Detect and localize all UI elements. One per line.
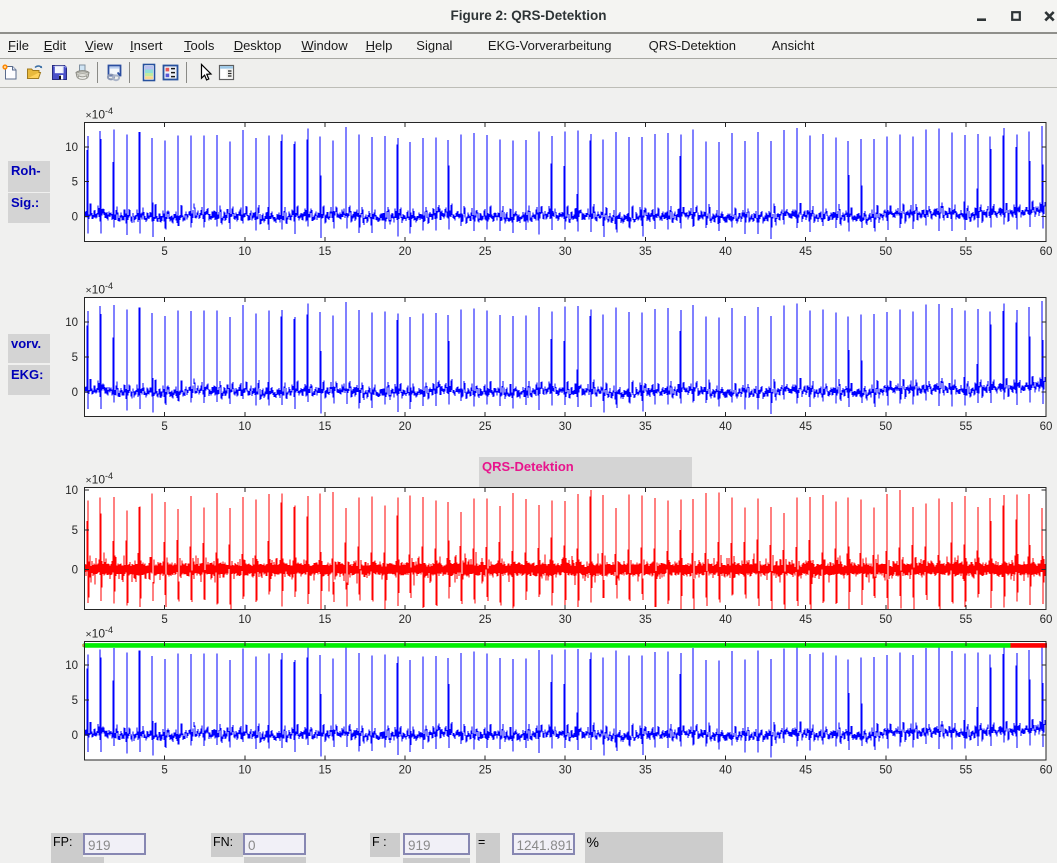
svg-text:5: 5 (72, 352, 78, 364)
svg-text:60: 60 (1040, 614, 1053, 626)
svg-text:15: 15 (319, 614, 332, 626)
svg-text:5: 5 (161, 421, 167, 433)
svg-text:25: 25 (479, 765, 492, 777)
svg-text:×10-4: ×10-4 (86, 106, 114, 122)
svg-text:15: 15 (319, 246, 332, 258)
svg-text:10: 10 (238, 421, 251, 433)
svg-text:20: 20 (399, 421, 412, 433)
svg-text:10: 10 (65, 142, 78, 154)
svg-text:30: 30 (559, 421, 572, 433)
svg-text:35: 35 (639, 614, 652, 626)
svg-text:60: 60 (1040, 765, 1053, 777)
svg-text:×10-4: ×10-4 (86, 281, 114, 297)
svg-text:50: 50 (879, 246, 892, 258)
svg-text:25: 25 (479, 246, 492, 258)
svg-text:10: 10 (65, 317, 78, 329)
svg-text:45: 45 (799, 614, 812, 626)
svg-text:55: 55 (960, 246, 973, 258)
svg-text:60: 60 (1040, 421, 1053, 433)
svg-text:0: 0 (72, 387, 78, 399)
svg-text:40: 40 (719, 614, 732, 626)
svg-text:30: 30 (559, 614, 572, 626)
svg-text:5: 5 (161, 246, 167, 258)
svg-text:40: 40 (719, 246, 732, 258)
svg-text:5: 5 (72, 177, 78, 189)
svg-text:10: 10 (65, 485, 78, 497)
svg-text:25: 25 (479, 614, 492, 626)
svg-text:20: 20 (399, 765, 412, 777)
svg-text:×10-4: ×10-4 (86, 471, 114, 487)
svg-text:10: 10 (238, 246, 251, 258)
svg-text:35: 35 (639, 246, 652, 258)
svg-text:60: 60 (1040, 246, 1053, 258)
svg-text:5: 5 (161, 614, 167, 626)
svg-text:50: 50 (879, 765, 892, 777)
svg-text:0: 0 (72, 212, 78, 224)
svg-text:40: 40 (719, 765, 732, 777)
svg-text:0: 0 (72, 564, 78, 576)
svg-text:30: 30 (559, 765, 572, 777)
svg-text:15: 15 (319, 765, 332, 777)
svg-text:45: 45 (799, 246, 812, 258)
svg-text:10: 10 (238, 614, 251, 626)
svg-text:5: 5 (161, 765, 167, 777)
svg-text:10: 10 (65, 660, 78, 672)
svg-text:50: 50 (879, 614, 892, 626)
svg-text:55: 55 (960, 765, 973, 777)
svg-text:25: 25 (479, 421, 492, 433)
svg-text:×10-4: ×10-4 (86, 625, 114, 641)
svg-text:40: 40 (719, 421, 732, 433)
svg-text:55: 55 (960, 614, 973, 626)
svg-text:0: 0 (72, 730, 78, 742)
svg-text:45: 45 (799, 421, 812, 433)
svg-text:15: 15 (319, 421, 332, 433)
svg-text:5: 5 (72, 695, 78, 707)
svg-text:50: 50 (879, 421, 892, 433)
svg-text:35: 35 (639, 421, 652, 433)
svg-text:10: 10 (238, 765, 251, 777)
svg-text:20: 20 (399, 614, 412, 626)
svg-text:30: 30 (559, 246, 572, 258)
svg-text:35: 35 (639, 765, 652, 777)
svg-text:5: 5 (72, 525, 78, 537)
svg-text:55: 55 (960, 421, 973, 433)
svg-text:45: 45 (799, 765, 812, 777)
svg-text:20: 20 (399, 246, 412, 258)
